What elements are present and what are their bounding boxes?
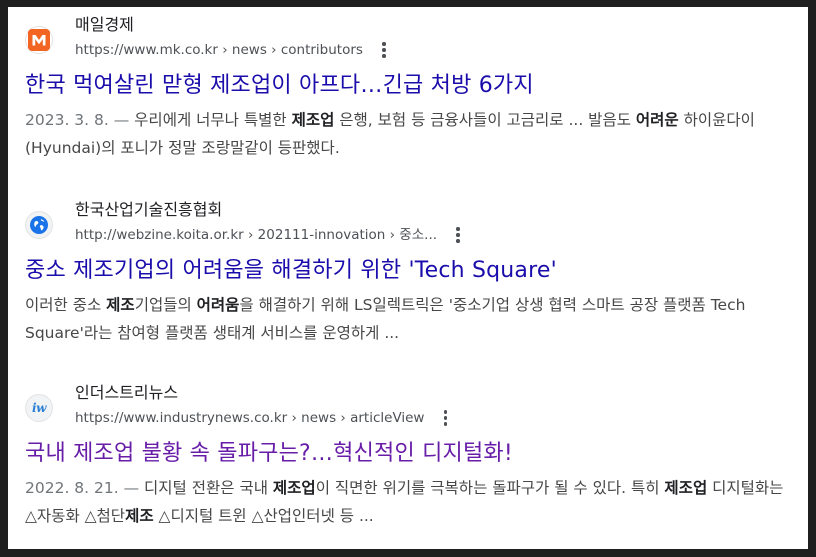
result-url: https://www.mk.co.kr › news › contributo… — [75, 42, 363, 58]
result-source[interactable]: iw 인더스트리뉴스 https://www.industrynews.co.k… — [25, 383, 795, 435]
search-results-panel: 매일경제 https://www.mk.co.kr › news › contr… — [8, 7, 808, 549]
mk-logo-icon — [25, 26, 53, 54]
more-options-icon[interactable] — [436, 409, 454, 427]
iw-logo-icon: iw — [25, 394, 53, 422]
result-title-link[interactable]: 중소 제조기업의 어려움을 해결하기 위한 'Tech Square' — [25, 256, 557, 286]
snippet-date: 2023. 3. 8. — — [25, 111, 135, 129]
snippet-highlight: 어려운 — [635, 111, 679, 129]
more-options-icon[interactable] — [375, 41, 393, 59]
site-name: 매일경제 — [75, 15, 134, 34]
snippet-highlight: 제조 — [106, 296, 135, 314]
result-snippet: 이러한 중소 제조기업들의 어려움을 해결하기 위해 LS일렉트릭은 '중소기업… — [25, 296, 746, 342]
snippet-date: 2022. 8. 21. — — [25, 479, 145, 497]
result-title-link[interactable]: 국내 제조업 불황 속 돌파구는?…혁신적인 디지털화! — [25, 439, 513, 469]
result-snippet: 2022. 8. 21. — 디지털 전환은 국내 제조업이 직면한 위기를 극… — [25, 479, 784, 525]
site-name: 인더스트리뉴스 — [75, 383, 179, 402]
more-options-icon[interactable] — [449, 226, 467, 244]
search-result: 한국산업기술진흥협회 http://webzine.koita.or.kr › … — [25, 200, 795, 347]
globe-icon — [25, 211, 53, 239]
site-name: 한국산업기술진흥협회 — [75, 200, 223, 219]
result-snippet: 2023. 3. 8. — 우리에게 너무나 특별한 제조업 은행, 보험 등 … — [25, 111, 755, 157]
snippet-highlight: 어려움 — [196, 296, 240, 314]
snippet-highlight: 제조업 — [664, 479, 708, 497]
search-result: iw 인더스트리뉴스 https://www.industrynews.co.k… — [25, 383, 795, 530]
snippet-highlight: 제조업 — [272, 479, 316, 497]
snippet-highlight: 제조업 — [291, 111, 335, 129]
search-result: 매일경제 https://www.mk.co.kr › news › contr… — [25, 15, 795, 162]
iw-logo-text: iw — [32, 401, 46, 415]
result-source[interactable]: 매일경제 https://www.mk.co.kr › news › contr… — [25, 15, 795, 67]
result-source[interactable]: 한국산업기술진흥협회 http://webzine.koita.or.kr › … — [25, 200, 795, 252]
result-url: http://webzine.koita.or.kr › 202111-inno… — [75, 227, 438, 243]
snippet-highlight: 제조 — [125, 507, 154, 525]
result-url: https://www.industrynews.co.kr › news › … — [75, 410, 425, 426]
result-title-link[interactable]: 한국 먹여살린 맏형 제조업이 아프다…긴급 처방 6가지 — [25, 71, 534, 101]
